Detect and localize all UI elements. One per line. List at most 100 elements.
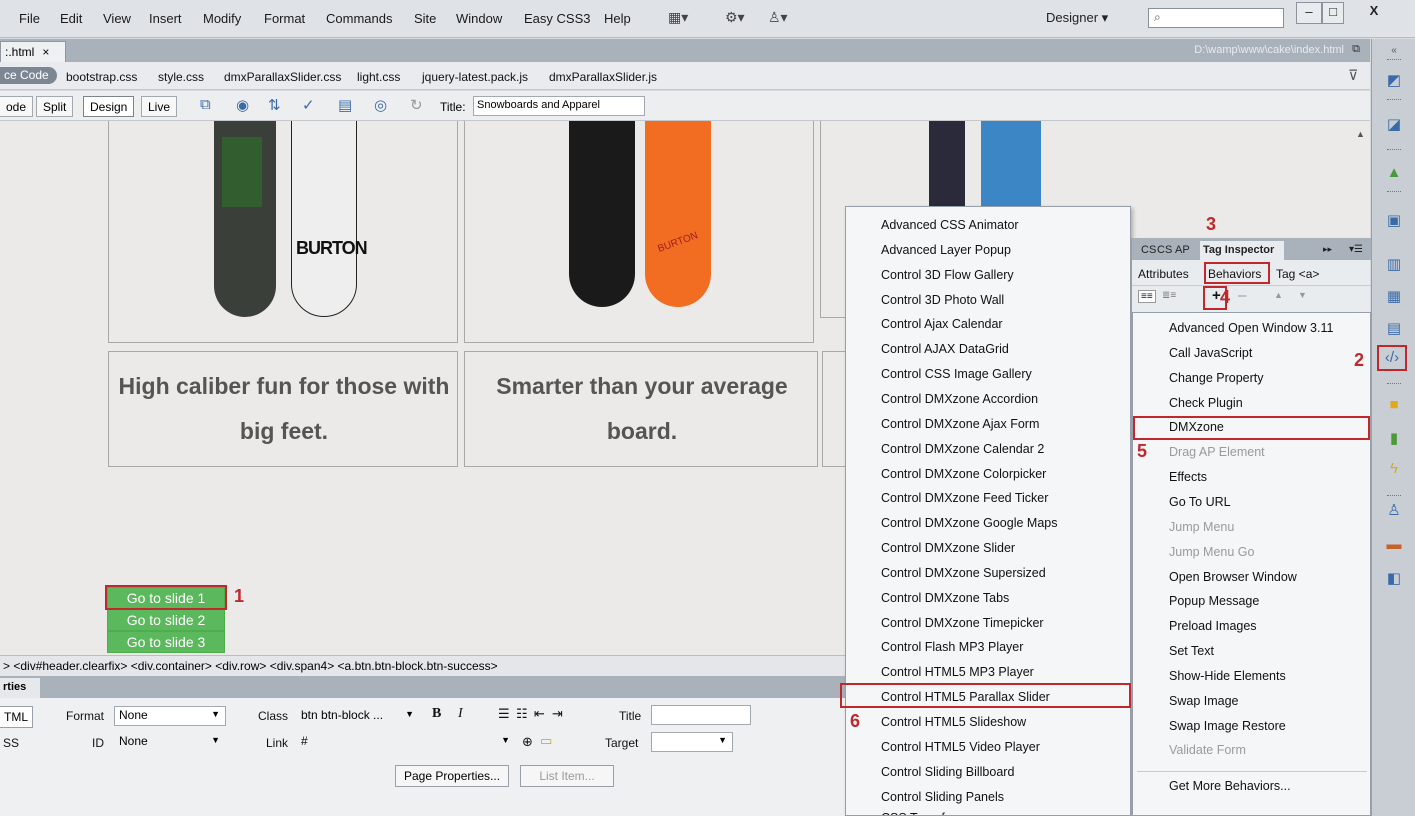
behavior-menu-item[interactable]: Preload Images bbox=[1169, 615, 1257, 637]
related-file[interactable]: bootstrap.css bbox=[66, 70, 137, 84]
menu-modify[interactable]: Modify bbox=[203, 11, 241, 26]
behavior-menu-item[interactable]: Drag AP Element bbox=[1169, 441, 1265, 463]
browse-folder-icon[interactable]: ▭ bbox=[540, 733, 552, 749]
behavior-menu-item[interactable]: Validate Form bbox=[1169, 739, 1246, 761]
menu-help[interactable]: Help bbox=[604, 11, 631, 26]
submenu-item[interactable]: Control DMXzone Tabs bbox=[881, 587, 1009, 609]
submenu-item[interactable]: Control HTML5 Video Player bbox=[881, 736, 1040, 758]
split-view-button[interactable]: Split bbox=[36, 96, 74, 117]
class-select[interactable]: btn btn-block ... ▼ bbox=[296, 706, 420, 726]
html-mode-button[interactable]: TML bbox=[0, 706, 33, 728]
visual-aids-icon[interactable]: ◎ bbox=[374, 96, 387, 114]
insert-icon[interactable]: ◩ bbox=[1384, 71, 1404, 91]
menu-edit[interactable]: Edit bbox=[60, 11, 82, 26]
server-behaviors-icon[interactable]: ▤ bbox=[1384, 319, 1404, 339]
behavior-menu-item[interactable]: Swap Image bbox=[1169, 690, 1238, 712]
jquery-icon[interactable]: ▣ bbox=[1384, 211, 1404, 231]
gear-icon[interactable]: ⚙▾ bbox=[725, 9, 745, 26]
title-input[interactable]: Snowboards and Apparel bbox=[473, 96, 645, 116]
remove-behavior-button[interactable]: – bbox=[1238, 287, 1246, 304]
layout-icon[interactable]: ▦▾ bbox=[668, 9, 688, 26]
unordered-list-icon[interactable]: ☰ bbox=[498, 706, 510, 722]
design-view-button[interactable]: Design bbox=[83, 96, 135, 117]
snippets-icon[interactable]: ▮ bbox=[1384, 429, 1404, 449]
list-item-button[interactable]: List Item... bbox=[520, 765, 614, 787]
site-icon[interactable]: ♙▾ bbox=[768, 9, 788, 26]
filter-icon[interactable]: ⊽ bbox=[1348, 67, 1358, 84]
close-tab-icon[interactable]: × bbox=[42, 45, 49, 59]
submenu-item[interactable]: Control 3D Photo Wall bbox=[881, 289, 1004, 311]
assets-icon[interactable]: ▲ bbox=[1384, 163, 1404, 183]
menu-commands[interactable]: Commands bbox=[326, 11, 392, 26]
behavior-menu-item[interactable]: Jump Menu bbox=[1169, 516, 1234, 538]
submenu-item[interactable]: Control DMXzone Slider bbox=[881, 537, 1015, 559]
menu-view[interactable]: View bbox=[103, 11, 131, 26]
behavior-menu-item[interactable]: Call JavaScript bbox=[1169, 342, 1252, 364]
target-select[interactable]: ▼ bbox=[651, 732, 733, 752]
behavior-menu-item[interactable]: Go To URL bbox=[1169, 491, 1231, 513]
related-file[interactable]: light.css bbox=[357, 70, 400, 84]
w3c-validation-icon[interactable]: ✓ bbox=[302, 96, 315, 114]
title-prop-input[interactable] bbox=[651, 705, 751, 725]
components-icon[interactable]: ■ bbox=[1384, 395, 1404, 415]
tab-tag-inspector[interactable]: Tag Inspector bbox=[1200, 241, 1284, 260]
sitemap-icon[interactable]: ♙ bbox=[1384, 501, 1404, 521]
tag-selector[interactable]: > <div#header.clearfix> <div.container> … bbox=[0, 655, 845, 676]
indent-icon[interactable]: ⇥ bbox=[552, 706, 563, 722]
ordered-list-icon[interactable]: ☷ bbox=[516, 706, 528, 722]
behavior-menu-item[interactable]: Swap Image Restore bbox=[1169, 715, 1286, 737]
submenu-item[interactable]: Control AJAX DataGrid bbox=[881, 338, 1009, 360]
behavior-menu-item[interactable]: Show-Hide Elements bbox=[1169, 665, 1286, 687]
related-file[interactable]: jquery-latest.pack.js bbox=[422, 70, 528, 84]
bindings-icon[interactable]: ▦ bbox=[1384, 287, 1404, 307]
link-input[interactable]: # ▼ bbox=[296, 732, 516, 752]
behavior-menu-item[interactable]: Set Text bbox=[1169, 640, 1214, 662]
tag-inspector-icon[interactable]: ‹/› bbox=[1377, 345, 1407, 371]
submenu-item[interactable]: Advanced Layer Popup bbox=[881, 239, 1011, 261]
workspace-switcher[interactable]: Designer ▾ bbox=[1046, 10, 1108, 26]
submenu-item[interactable]: Advanced CSS Animator bbox=[881, 214, 1019, 236]
submenu-item[interactable]: Control DMXzone Feed Ticker bbox=[881, 487, 1048, 509]
related-file[interactable]: dmxParallaxSlider.js bbox=[549, 70, 657, 84]
submenu-item[interactable]: Control DMXzone Colorpicker bbox=[881, 463, 1046, 485]
behavior-menu-item[interactable]: Open Browser Window bbox=[1169, 566, 1297, 588]
menu-file[interactable]: File bbox=[19, 11, 40, 26]
point-to-file-icon[interactable]: ⊕ bbox=[522, 734, 533, 750]
go-to-slide-3-button[interactable]: Go to slide 3 bbox=[107, 631, 225, 653]
menu-format[interactable]: Format bbox=[264, 11, 305, 26]
submenu-item[interactable]: Control DMXzone Supersized bbox=[881, 562, 1046, 584]
menu-easy-css3[interactable]: Easy CSS3 bbox=[524, 11, 590, 26]
document-tab[interactable]: :.html × bbox=[0, 41, 66, 62]
submenu-item[interactable]: Control DMXzone Accordion bbox=[881, 388, 1038, 410]
related-file[interactable]: dmxParallaxSlider.css bbox=[224, 70, 341, 84]
submenu-item[interactable]: Control Ajax Calendar bbox=[881, 313, 1003, 335]
close-button[interactable]: X bbox=[1352, 2, 1396, 24]
minimize-button[interactable]: – bbox=[1296, 2, 1322, 24]
show-all-events-icon[interactable]: ≣≡ bbox=[1162, 290, 1176, 301]
history-icon[interactable]: ◧ bbox=[1384, 569, 1404, 589]
outdent-icon[interactable]: ⇤ bbox=[534, 706, 545, 722]
attributes-tab[interactable]: Attributes bbox=[1138, 267, 1189, 281]
lightning-icon[interactable]: ϟ bbox=[1384, 459, 1404, 479]
move-up-icon[interactable]: ▲ bbox=[1274, 290, 1283, 300]
behavior-menu-item[interactable]: Popup Message bbox=[1169, 590, 1259, 612]
live-view-button[interactable]: Live bbox=[141, 96, 178, 117]
submenu-item[interactable]: Control DMXzone Calendar 2 bbox=[881, 438, 1044, 460]
search-input[interactable]: ⌕ bbox=[1148, 8, 1284, 28]
submenu-item[interactable]: Control HTML5 Slideshow bbox=[881, 711, 1026, 733]
behavior-menu-item[interactable]: Change Property bbox=[1169, 367, 1264, 389]
behavior-menu-item[interactable]: Get More Behaviors... bbox=[1169, 775, 1291, 797]
panel-expand-icon[interactable]: ▸▸ bbox=[1320, 241, 1335, 260]
submenu-item[interactable]: Control Sliding Panels bbox=[881, 786, 1004, 808]
tab-ap-elements[interactable]: AP bbox=[1172, 241, 1193, 260]
database-icon[interactable]: ▥ bbox=[1384, 255, 1404, 275]
related-file[interactable]: style.css bbox=[158, 70, 204, 84]
menu-insert[interactable]: Insert bbox=[149, 11, 182, 26]
css-mode-button[interactable]: SS bbox=[3, 736, 19, 750]
submenu-item[interactable]: Control Sliding Billboard bbox=[881, 761, 1014, 783]
panel-menu-icon[interactable]: ▾☰ bbox=[1346, 241, 1366, 260]
submenu-item[interactable]: Control Flash MP3 Player bbox=[881, 636, 1023, 658]
file-management-icon[interactable]: ⇅ bbox=[268, 96, 281, 114]
multiscreen-icon[interactable]: ⧉ bbox=[200, 96, 211, 113]
submenu-item[interactable]: Control CSS Image Gallery bbox=[881, 363, 1032, 385]
